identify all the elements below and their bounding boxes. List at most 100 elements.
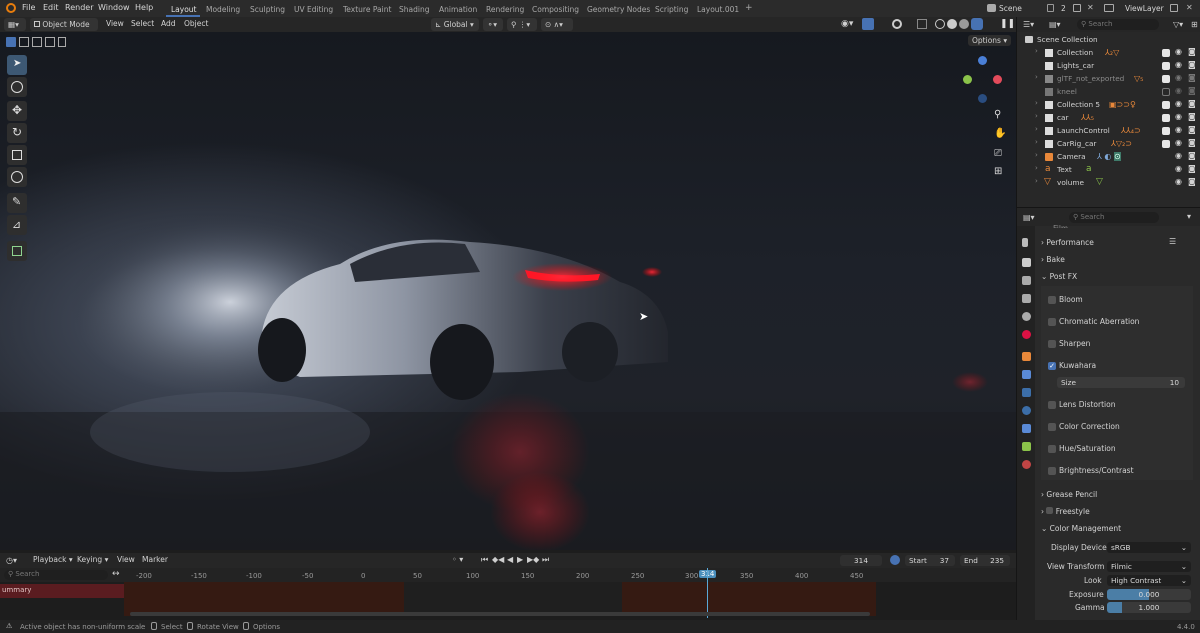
gizmo-neg-z-icon[interactable] [978, 94, 987, 103]
view-layer-icon[interactable] [1104, 4, 1114, 12]
grease-pencil-section-header[interactable]: › Grease Pencil [1041, 490, 1097, 499]
physics-tab-icon[interactable] [1022, 406, 1031, 415]
menu-render[interactable]: Render [65, 3, 93, 12]
exclude-checkbox[interactable] [1162, 49, 1170, 57]
expand-arrow-icon[interactable]: › [1035, 73, 1038, 81]
summary-channel[interactable]: ummary [0, 584, 124, 598]
expand-arrow-icon[interactable]: › [1035, 47, 1038, 55]
shading-rendered-icon[interactable] [971, 18, 983, 30]
post-fx-section-header[interactable]: ⌄ Post FX [1041, 272, 1077, 281]
scene-tab-icon[interactable] [1022, 312, 1031, 321]
camera-view-icon[interactable]: ⎚ [994, 148, 1002, 159]
kuwahara-size-field[interactable]: Size 10 [1057, 377, 1185, 388]
camera-render-icon[interactable]: ◙ [1188, 99, 1196, 108]
eye-icon[interactable]: ◉ [1175, 99, 1182, 108]
filter-icon[interactable]: ▽▾ [1173, 20, 1183, 29]
tab-scripting[interactable]: Scripting [655, 5, 688, 14]
camera-render-icon[interactable]: ◙ [1188, 47, 1196, 56]
freestyle-checkbox[interactable] [1046, 507, 1054, 514]
menu-edit[interactable]: Edit [43, 3, 59, 12]
zoom-icon[interactable]: ⚲ [994, 109, 1001, 120]
viewport-menu-object[interactable]: Object [184, 19, 208, 28]
outliner-item[interactable]: › a Text a ◉ ◙ [1017, 164, 1200, 176]
exclude-checkbox[interactable] [1162, 75, 1170, 83]
scale-tool[interactable] [7, 145, 27, 165]
kuwahara-checkbox[interactable]: ✓ [1048, 362, 1056, 370]
properties-options-icon[interactable]: ▾ [1187, 212, 1191, 221]
camera-render-icon[interactable]: ◙ [1188, 73, 1196, 82]
menu-window[interactable]: Window [98, 3, 130, 12]
camera-render-icon[interactable]: ◙ [1188, 164, 1196, 173]
material-tab-icon[interactable] [1022, 460, 1031, 469]
select-intersect-icon[interactable] [45, 37, 55, 47]
select-new-icon[interactable] [6, 37, 16, 47]
current-frame-field[interactable]: 314 [840, 555, 882, 566]
performance-section-header[interactable]: › Performance [1041, 238, 1094, 247]
exposure-slider[interactable]: 0.000 [1107, 589, 1191, 600]
render-tab-icon[interactable] [1022, 258, 1031, 267]
tab-layout-001[interactable]: Layout.001 [697, 5, 739, 14]
select-subtract-icon[interactable] [32, 37, 42, 47]
camera-render-icon[interactable]: ◙ [1188, 112, 1196, 121]
tool-tab-icon[interactable] [1022, 238, 1028, 247]
jump-end-icon[interactable]: ⏭ [542, 555, 549, 565]
play-icon[interactable]: ▶ [517, 555, 523, 564]
sharpen-checkbox[interactable] [1048, 340, 1056, 348]
eye-icon[interactable]: ◉ [1175, 47, 1182, 56]
timeline-menu-view[interactable]: View [117, 555, 135, 564]
gizmo-toggle-icon[interactable] [862, 18, 874, 30]
display-mode-icon[interactable]: ▤▾ [1049, 20, 1061, 29]
transform-orientation-selector[interactable]: ⊾ Global ▾ [431, 18, 479, 31]
tab-sculpting[interactable]: Sculpting [250, 5, 285, 14]
scene-icon[interactable] [987, 4, 996, 12]
viewport-menu-select[interactable]: Select [131, 19, 154, 28]
display-device-select[interactable]: sRGB ⌄ [1107, 542, 1191, 553]
data-tab-icon[interactable] [1022, 442, 1031, 451]
overlay-toggle-icon[interactable] [892, 19, 902, 29]
pause-render-icon[interactable]: ❚❚ [1000, 19, 1015, 29]
outliner-item[interactable]: › glTF_not_exported ▽₅ ◉ ◙ [1017, 73, 1200, 85]
gamma-slider[interactable]: 1.000 [1107, 602, 1191, 613]
gizmo-z-axis-icon[interactable] [978, 56, 987, 65]
lens-distortion-checkbox[interactable] [1048, 401, 1056, 409]
move-tool[interactable]: ✥ [7, 101, 27, 121]
eye-icon[interactable]: ◉ [1175, 125, 1182, 134]
options-dropdown[interactable]: Options ▾ [968, 35, 1012, 46]
use-preview-range-icon[interactable] [890, 555, 900, 565]
chromatic-aberration-checkbox[interactable] [1048, 318, 1056, 326]
next-keyframe-icon[interactable]: ▶◆ [527, 555, 539, 564]
xray-toggle-icon[interactable] [917, 19, 927, 29]
menu-file[interactable]: File [22, 3, 35, 12]
viewport-menu-view[interactable]: View [106, 19, 124, 28]
auto-key-icon[interactable]: ◦ ▾ [452, 555, 463, 564]
eye-icon[interactable]: ◉ [1175, 164, 1182, 173]
duplicate-scene-icon[interactable] [1073, 4, 1081, 12]
exclude-checkbox[interactable] [1162, 127, 1170, 135]
select-box-tool[interactable]: ➤ [7, 55, 27, 75]
color-management-section-header[interactable]: ⌄ Color Management [1041, 524, 1121, 533]
mode-selector[interactable]: Object Mode ▾ [30, 18, 98, 38]
view-transform-select[interactable]: Filmic ⌄ [1107, 561, 1191, 572]
scene-name[interactable]: Scene [999, 4, 1022, 13]
world-tab-icon[interactable] [1022, 330, 1031, 339]
pin-icon[interactable] [1047, 4, 1054, 12]
outliner-editor-type-icon[interactable]: ☰▾ [1023, 20, 1034, 29]
outliner-item[interactable]: › car ⅄⅄₅ ◉ ◙ [1017, 112, 1200, 124]
camera-render-icon[interactable]: ◙ [1188, 151, 1196, 160]
exclude-checkbox[interactable] [1162, 114, 1170, 122]
shading-wireframe-icon[interactable] [935, 19, 945, 29]
view-layer-name[interactable]: ViewLayer [1125, 4, 1164, 13]
film-section-header[interactable]: Film [1053, 224, 1068, 228]
object-tab-icon[interactable] [1022, 352, 1031, 361]
tab-layout[interactable]: Layout [171, 5, 197, 14]
expand-arrow-icon[interactable]: › [1035, 99, 1038, 107]
outliner-item[interactable]: › ▽ volume ▽ ◉ ◙ [1017, 177, 1200, 189]
outliner-search[interactable]: ⚲ Search [1077, 19, 1159, 30]
tab-modeling[interactable]: Modeling [206, 5, 240, 14]
perspective-toggle-icon[interactable]: ⊞ [994, 166, 1002, 177]
exclude-checkbox[interactable] [1162, 62, 1170, 70]
eye-icon[interactable]: ◉ [1175, 112, 1182, 121]
gizmo-y-axis-icon[interactable] [963, 75, 972, 84]
bake-section-header[interactable]: › Bake [1041, 255, 1065, 264]
expand-arrow-icon[interactable]: › [1035, 164, 1038, 172]
